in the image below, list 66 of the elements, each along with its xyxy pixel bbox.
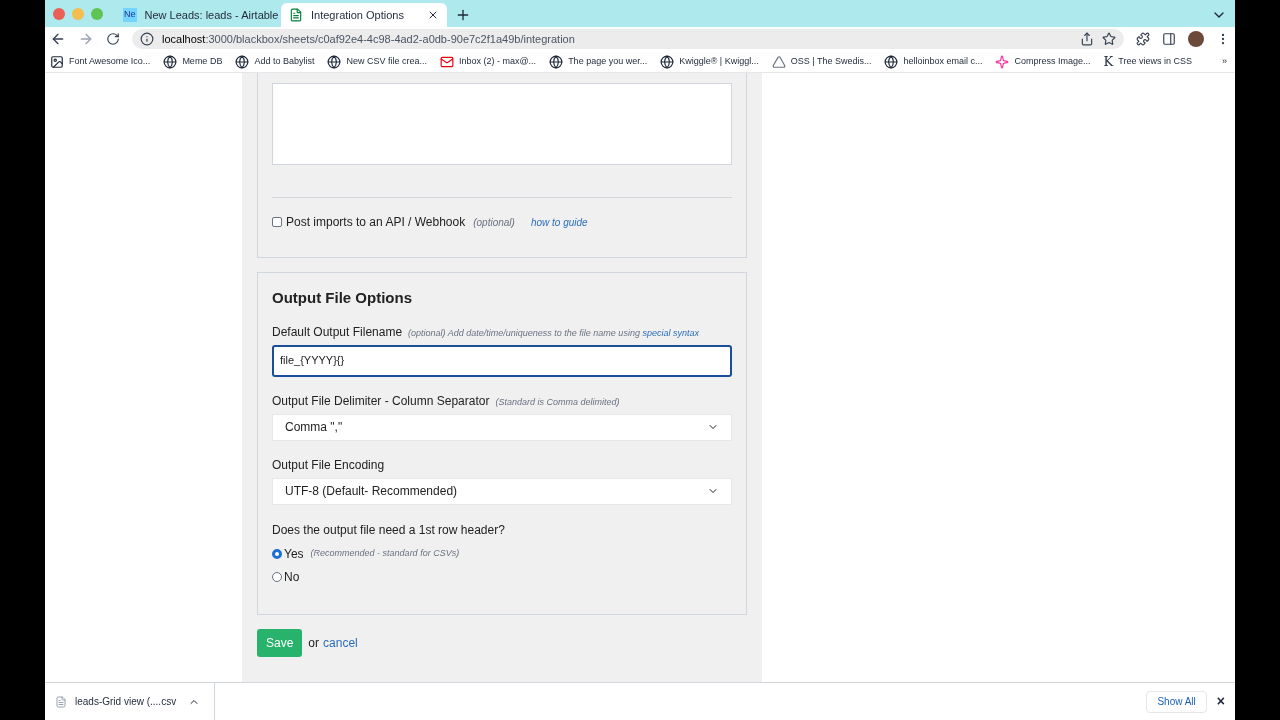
show-all-button[interactable]: Show All bbox=[1146, 690, 1207, 713]
delimiter-select[interactable]: Comma "," bbox=[272, 413, 732, 441]
webhook-label: Post imports to an API / Webhook bbox=[286, 214, 466, 231]
close-icon[interactable] bbox=[427, 9, 439, 21]
encoding-select[interactable]: UTF-8 (Default- Recommended) bbox=[272, 477, 732, 505]
avatar[interactable] bbox=[1188, 31, 1204, 47]
radio-label: Yes bbox=[284, 545, 304, 563]
globe-icon bbox=[884, 54, 899, 69]
globe-icon bbox=[549, 54, 564, 69]
share-icon[interactable] bbox=[1080, 32, 1094, 46]
field-label: Default Output Filename bbox=[272, 323, 403, 341]
more-bookmarks[interactable]: » bbox=[1222, 54, 1227, 69]
radio-button[interactable] bbox=[272, 548, 282, 559]
bookmark[interactable]: K Tree views in CSS bbox=[1103, 51, 1192, 72]
side-panel-icon[interactable] bbox=[1162, 32, 1176, 46]
or-text: or bbox=[308, 634, 320, 652]
question-text: Does the output file need a 1st row header? bbox=[272, 521, 506, 539]
radio-button[interactable] bbox=[272, 571, 282, 582]
bookmark[interactable]: The page you wer... bbox=[549, 54, 648, 69]
bookmark[interactable]: Kwiggle® | Kwiggl... bbox=[660, 54, 759, 69]
hint-text: (optional) bbox=[473, 215, 515, 230]
hint-text: (optional) Add date/time/uniqueness to the file name using special syntax bbox=[408, 326, 699, 340]
address-bar[interactable]: localhost:3000/blackbox/sheets/c0af92e4-4c98-4ad2-a0db-90e7c2f1a49b/integration bbox=[132, 29, 1124, 49]
hint-text: (Recommended - standard for CSVs) bbox=[310, 546, 460, 560]
how-to-guide-link[interactable]: how to guide bbox=[530, 214, 588, 230]
globe-icon bbox=[235, 54, 250, 69]
image-icon bbox=[50, 54, 64, 69]
radio-label: No bbox=[284, 568, 300, 586]
hint-text: (Standard is Comma delimited) bbox=[495, 395, 620, 409]
filename-input[interactable]: file_{YYYY}{} bbox=[272, 344, 732, 377]
document-icon bbox=[289, 8, 303, 22]
new-tab-icon[interactable] bbox=[455, 7, 471, 23]
globe-icon bbox=[660, 54, 675, 69]
letter-icon: K bbox=[1103, 51, 1114, 72]
star-icon[interactable] bbox=[1102, 32, 1116, 46]
bookmark[interactable]: Font Awesome Ico... bbox=[50, 54, 151, 69]
back-icon[interactable] bbox=[50, 31, 66, 47]
cancel-link[interactable]: cancel bbox=[323, 633, 358, 652]
globe-icon bbox=[163, 54, 178, 69]
bookmark[interactable]: Add to Babylist bbox=[235, 54, 315, 69]
bookmark[interactable]: Inbox (2) - max@... bbox=[439, 54, 537, 69]
webhook-checkbox[interactable] bbox=[272, 217, 282, 227]
mail-icon bbox=[439, 54, 454, 69]
sparkle-icon bbox=[995, 54, 1010, 69]
bookmark[interactable]: New CSV file crea... bbox=[327, 54, 427, 69]
section-title: Output File Options bbox=[272, 288, 413, 308]
close-button[interactable]: × bbox=[1216, 691, 1225, 712]
bookmark[interactable]: Meme DB bbox=[163, 54, 223, 69]
triangle-icon bbox=[771, 54, 786, 69]
info-icon bbox=[140, 32, 154, 46]
url-text: localhost:3000/blackbox/sheets/c0af92e4-4c98-4ad2-a0db-90e7c2f1a49b/integration bbox=[162, 31, 576, 47]
extensions-icon[interactable] bbox=[1136, 32, 1150, 46]
tab-title: New Leads: leads - Airtable bbox=[144, 7, 279, 23]
reload-icon[interactable] bbox=[106, 32, 120, 46]
browser-tab[interactable]: Integration Options bbox=[281, 3, 447, 27]
file-icon bbox=[55, 695, 67, 708]
tab-title: Integration Options bbox=[311, 7, 405, 23]
field-label: Output File Delimiter - Column Separator bbox=[272, 392, 490, 410]
download-filename[interactable]: leads-Grid view (....csv bbox=[75, 694, 177, 709]
special-syntax-link[interactable]: special syntax bbox=[642, 327, 699, 338]
bookmark[interactable]: Compress Image... bbox=[995, 54, 1091, 69]
globe-icon bbox=[327, 54, 342, 69]
bookmark[interactable]: OSS | The Swedis... bbox=[771, 54, 872, 69]
field-label: Output File Encoding bbox=[272, 456, 386, 474]
bookmark[interactable]: helloinbox email c... bbox=[884, 54, 983, 69]
tab-favicon: Ne bbox=[123, 8, 137, 22]
